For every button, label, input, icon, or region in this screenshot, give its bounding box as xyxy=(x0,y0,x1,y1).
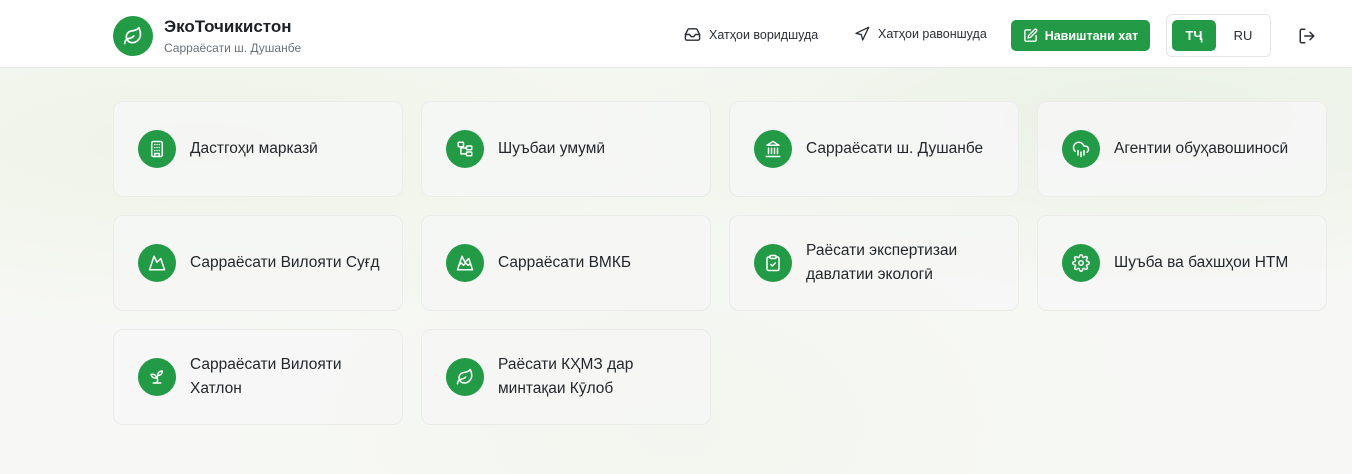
top-header: ЭкоТочикистон Сарраёсати ш. Душанбе Хатҳ… xyxy=(0,0,1352,68)
department-card[interactable]: Агентии обуҳавошиносӣ xyxy=(1037,101,1327,197)
card-label: Сарраёсати ВМКБ xyxy=(498,254,632,271)
department-card[interactable]: Сарраёсати Вилояти Хатлон xyxy=(113,329,403,425)
brand[interactable]: ЭкоТочикистон Сарраёсати ш. Душанбе xyxy=(113,16,301,56)
department-card[interactable]: Сарраёсати Вилояти Суғд xyxy=(113,215,403,311)
card-label: Сарраёсати Вилояти Суғд xyxy=(190,254,380,271)
card-label: Дастгоҳи марказӣ xyxy=(190,140,318,157)
card-label: Раёсати экспертизаи давлатии экологӣ xyxy=(806,242,958,283)
cloud-rain-icon xyxy=(1062,130,1100,168)
brand-subtitle: Сарраёсати ш. Душанбе xyxy=(164,41,302,55)
department-card[interactable]: Дастгоҳи марказӣ xyxy=(113,101,403,197)
send-icon xyxy=(855,26,870,41)
building-icon xyxy=(138,130,176,168)
department-card[interactable]: Шуъба ва бахшҳои НТМ xyxy=(1037,215,1327,311)
leaf-icon xyxy=(113,16,153,56)
lang-ru-button[interactable]: RU xyxy=(1221,20,1265,51)
leaf-icon xyxy=(446,358,484,396)
brand-title: ЭкоТочикистон xyxy=(164,17,292,36)
department-card[interactable]: Раёсати экспертизаи давлатии экологӣ xyxy=(729,215,1019,311)
department-card[interactable]: Раёсати КҲМЗ дар минтақаи Кӯлоб xyxy=(421,329,711,425)
language-switcher: ТҶ RU xyxy=(1166,14,1271,57)
landmark-icon xyxy=(754,130,792,168)
card-label: Сарраёсати Вилояти Хатлон xyxy=(190,356,342,397)
lang-tj-button[interactable]: ТҶ xyxy=(1172,20,1216,51)
sent-label: Хатҳои равоншуда xyxy=(878,27,987,41)
card-label: Раёсати КҲМЗ дар минтақаи Кӯлоб xyxy=(498,356,634,397)
card-label: Шуъба ва бахшҳои НТМ xyxy=(1114,254,1289,271)
org-chart-icon xyxy=(446,130,484,168)
mountain-snow-icon xyxy=(446,244,484,282)
edit-icon xyxy=(1023,28,1038,42)
card-label: Агентии обуҳавошиносӣ xyxy=(1114,140,1289,157)
sprout-icon xyxy=(138,358,176,396)
logout-button[interactable] xyxy=(1298,27,1316,45)
sent-link[interactable]: Хатҳои равоншуда xyxy=(854,26,987,42)
clipboard-check-icon xyxy=(754,244,792,282)
department-card[interactable]: Шуъбаи умумӣ xyxy=(421,101,711,197)
inbox-icon xyxy=(684,28,701,41)
logout-icon xyxy=(1299,28,1315,44)
mountain-icon xyxy=(138,244,176,282)
write-letter-button[interactable]: Навиштани хат xyxy=(1011,20,1150,51)
department-card[interactable]: Сарраёсати ш. Душанбе xyxy=(729,101,1019,197)
department-card[interactable]: Сарраёсати ВМКБ xyxy=(421,215,711,311)
inbox-link[interactable]: Хатҳои воридшуда xyxy=(684,26,818,43)
card-label: Шуъбаи умумӣ xyxy=(498,140,606,157)
inbox-label: Хатҳои воридшуда xyxy=(709,27,819,42)
card-label: Сарраёсати ш. Душанбе xyxy=(806,140,984,157)
write-letter-label: Навиштани хат xyxy=(1044,28,1139,43)
gear-icon xyxy=(1062,244,1100,282)
